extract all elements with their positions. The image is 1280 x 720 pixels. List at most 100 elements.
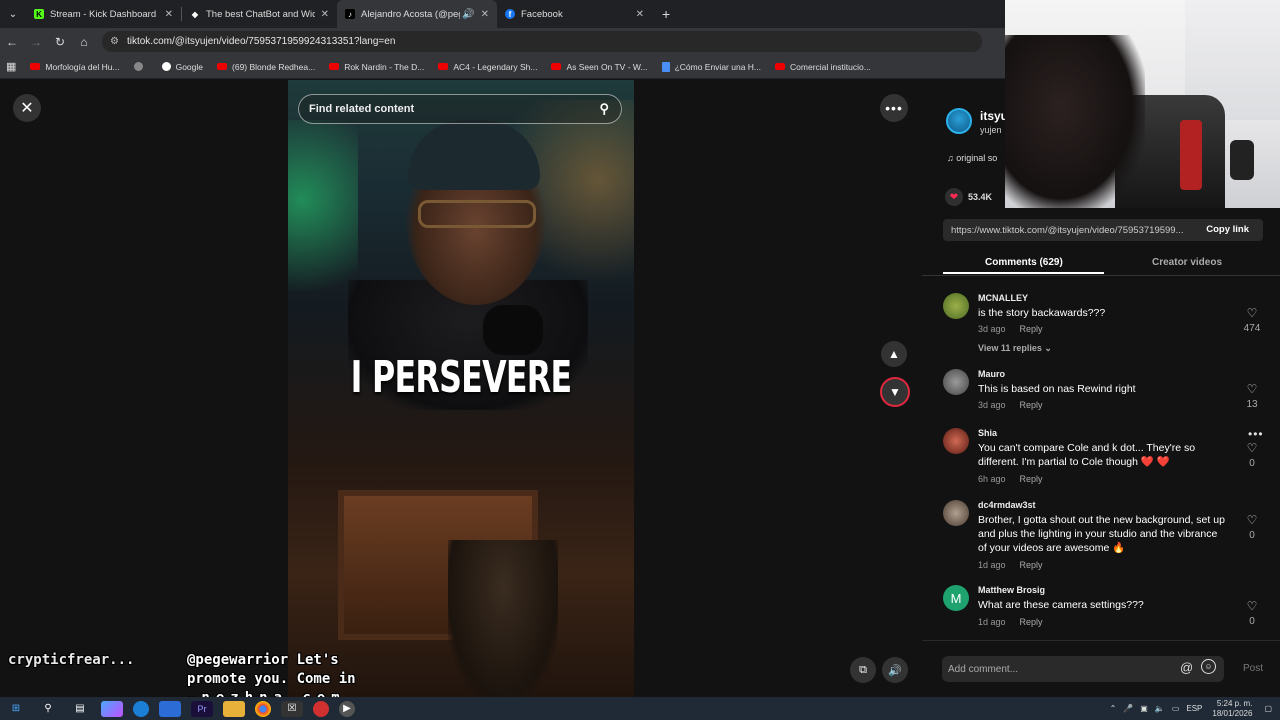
copilot-icon[interactable] [101,700,123,717]
avatar[interactable] [943,500,969,526]
comment-item: dc4rmdaw3st Brother, I gotta shout out t… [943,500,1263,572]
heart-outline-icon[interactable]: ♡ [1241,599,1263,613]
share-link-box: https://www.tiktok.com/@itsyujen/video/7… [943,219,1263,241]
edge-icon[interactable] [133,700,149,717]
url-field[interactable]: ⚙ tiktok.com/@itsyujen/video/75953719599… [102,31,982,52]
search-icon[interactable]: ⚲ [37,701,59,717]
volume-icon[interactable]: 🔈 [1155,704,1165,713]
avatar[interactable] [943,369,969,395]
emoji-icon[interactable]: ☺ [1201,659,1216,674]
heart-outline-icon[interactable]: ♡ [1241,441,1263,455]
media-icon[interactable]: ▶ [339,700,355,717]
tab-chatbot[interactable]: ◆ The best ChatBot and Widgets ✕ [182,0,337,28]
reply-button[interactable]: Reply [1020,617,1043,627]
notification-icon[interactable]: ▢ [1264,704,1272,713]
new-tab-icon[interactable]: + [652,6,680,22]
close-tab-icon[interactable]: ✕ [636,9,644,20]
comment-username[interactable]: dc4rmdaw3st [978,500,1036,510]
chat-line: @pegewarrior Let's [187,652,339,668]
bookmark-item[interactable]: (69) Blonde Redhea... [217,62,315,72]
store-icon[interactable] [159,700,181,717]
close-button[interactable]: ✕ [13,94,41,122]
chevron-up-icon[interactable]: ⌃ [1110,704,1117,713]
bookmark-item[interactable]: Morfología del Hu... [30,61,120,72]
comment-username[interactable]: MCNALLEY [978,293,1028,303]
bookmark-label: ¿Cómo Enviar una H... [674,61,762,72]
tab-creator-videos[interactable]: Creator videos [1152,257,1222,268]
bookmark-item[interactable]: Comercial institucio... [775,62,871,72]
comment-time: 1d ago [978,617,1006,627]
reply-button[interactable]: Reply [1020,400,1043,410]
avatar[interactable] [943,293,969,319]
close-tab-icon[interactable]: ✕ [481,9,489,20]
clock[interactable]: 5:24 p. m. 18/01/2026 [1212,699,1252,719]
site-info-icon[interactable]: ⚙ [110,36,119,47]
battery-icon[interactable]: ▭ [1172,704,1180,713]
tab-facebook[interactable]: f Facebook ✕ [497,0,652,28]
folder-icon[interactable] [223,700,245,717]
find-related-search[interactable]: Find related content ⚲ [298,94,622,124]
mention-icon[interactable]: @ [1180,660,1193,675]
comment-username[interactable]: Shia [978,428,997,438]
bookmark-item[interactable]: AC4 - Legendary Sh... [438,62,537,72]
reload-icon[interactable]: ↻ [48,28,72,55]
author-avatar[interactable] [946,108,972,134]
windows-start-icon[interactable]: ⊞ [5,701,27,717]
comment-username[interactable]: Mauro [978,369,1005,379]
next-video-button[interactable]: ▼ [880,377,910,407]
bookmark-item[interactable]: Google [161,62,203,72]
post-button[interactable]: Post [1243,663,1263,674]
microphone-icon[interactable]: 🎤 [1123,704,1133,713]
copy-link-button[interactable]: Copy link [1206,224,1249,235]
heart-icon[interactable]: ❤ [945,188,963,206]
author-name[interactable]: itsyu [980,109,1008,123]
recorder-icon[interactable] [313,700,329,717]
heart-outline-icon[interactable]: ♡ [1241,382,1263,396]
home-icon[interactable]: ⌂ [72,28,96,55]
tab-search-icon[interactable]: ⌄ [0,0,26,28]
heart-outline-icon[interactable]: ♡ [1241,513,1263,527]
reply-button[interactable]: Reply [1020,560,1043,570]
comment-options-icon[interactable]: ••• [1248,427,1264,441]
url-text: tiktok.com/@itsyujen/video/7595371959924… [126,36,396,47]
reply-button[interactable]: Reply [1020,474,1043,484]
avatar[interactable]: M [943,585,969,611]
windows-taskbar: ⊞ ⚲ ▤ Pr ☒ ▶ ⌃ 🎤 ▣ 🔈 ▭ ESP 5:24 p. m. 18… [0,697,1280,720]
video-player[interactable]: I PERSEVERE [288,80,634,697]
chrome-icon[interactable] [255,700,271,717]
language-indicator[interactable]: ESP [1186,704,1202,713]
premiere-icon[interactable]: Pr [191,700,213,717]
speaker-icon[interactable]: 🔊 [462,9,474,20]
music-note-icon: ♫ [947,153,957,163]
app-icon[interactable]: ☒ [281,700,303,717]
close-tab-icon[interactable]: ✕ [321,9,329,20]
close-tab-icon[interactable]: ✕ [165,9,173,20]
bookmark-label: Comercial institucio... [790,61,871,72]
bookmark-item[interactable]: Rok Nardin - The D... [329,62,424,72]
heart-outline-icon[interactable]: ♡ [1241,306,1263,320]
back-icon[interactable]: ← [0,28,24,55]
reply-button[interactable]: Reply [1020,324,1043,334]
apps-grid-icon[interactable]: ▦ [6,60,16,73]
network-icon[interactable]: ▣ [1140,704,1148,713]
music-label[interactable]: ♫ original so [947,153,997,163]
tab-comments[interactable]: Comments (629) [985,257,1063,268]
volume-button[interactable]: 🔊 [882,657,908,683]
search-icon[interactable]: ⚲ [599,101,609,117]
tab-kick-dashboard[interactable]: K Stream - Kick Dashboard ✕ [26,0,181,28]
previous-video-button[interactable]: ▲ [881,341,907,367]
forward-icon[interactable]: → [24,28,48,55]
comment-meta: 6h ago Reply [978,474,1043,484]
tab-tiktok[interactable]: ♪ Alejandro Acosta (@pege9 🔊 ✕ [337,0,497,28]
bookmark-item[interactable] [133,62,148,71]
picture-in-picture-button[interactable]: ⧉ [850,657,876,683]
comment-username[interactable]: Matthew Brosig [978,585,1045,595]
avatar[interactable] [943,428,969,454]
more-options-button[interactable]: ••• [880,94,908,122]
task-view-icon[interactable]: ▤ [69,701,91,717]
globe-icon [133,62,143,71]
view-replies-button[interactable]: View 11 replies ⌄ [978,343,1052,354]
bookmark-item[interactable]: ¿Cómo Enviar una H... [661,61,762,72]
bookmark-item[interactable]: As Seen On TV - W... [551,62,648,72]
bookmark-label: Morfología del Hu... [45,61,120,72]
